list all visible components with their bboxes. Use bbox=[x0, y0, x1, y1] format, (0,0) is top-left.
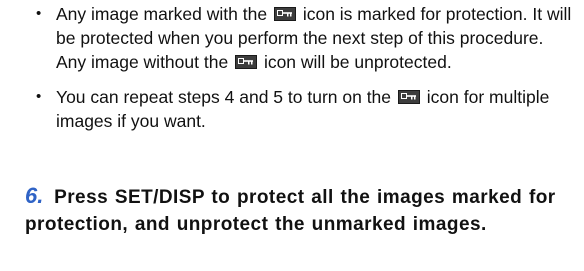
step-instruction: 6. Press SET/DISP to protect all the ima… bbox=[25, 182, 577, 238]
key-protect-icon bbox=[235, 55, 258, 69]
bullet-text-part: Any image marked with the bbox=[56, 4, 268, 24]
bullet-dot-icon: • bbox=[36, 5, 42, 22]
bullet-dot-icon: • bbox=[36, 88, 42, 105]
bullet-list: • Any image marked with the icon is mark… bbox=[36, 2, 576, 133]
bullet-text-part: You can repeat steps 4 and 5 to turn on … bbox=[56, 87, 392, 107]
key-protect-icon bbox=[273, 7, 296, 21]
bullet-item-protect-marking: • Any image marked with the icon is mark… bbox=[36, 2, 576, 74]
step-number: 6. bbox=[25, 183, 44, 208]
key-protect-icon bbox=[397, 90, 420, 104]
bullet-text-part: icon will be unprotected. bbox=[263, 52, 452, 72]
step-text: Press SET/DISP to protect all the images… bbox=[25, 187, 556, 235]
bullet-item-repeat-steps: • You can repeat steps 4 and 5 to turn o… bbox=[36, 85, 576, 133]
